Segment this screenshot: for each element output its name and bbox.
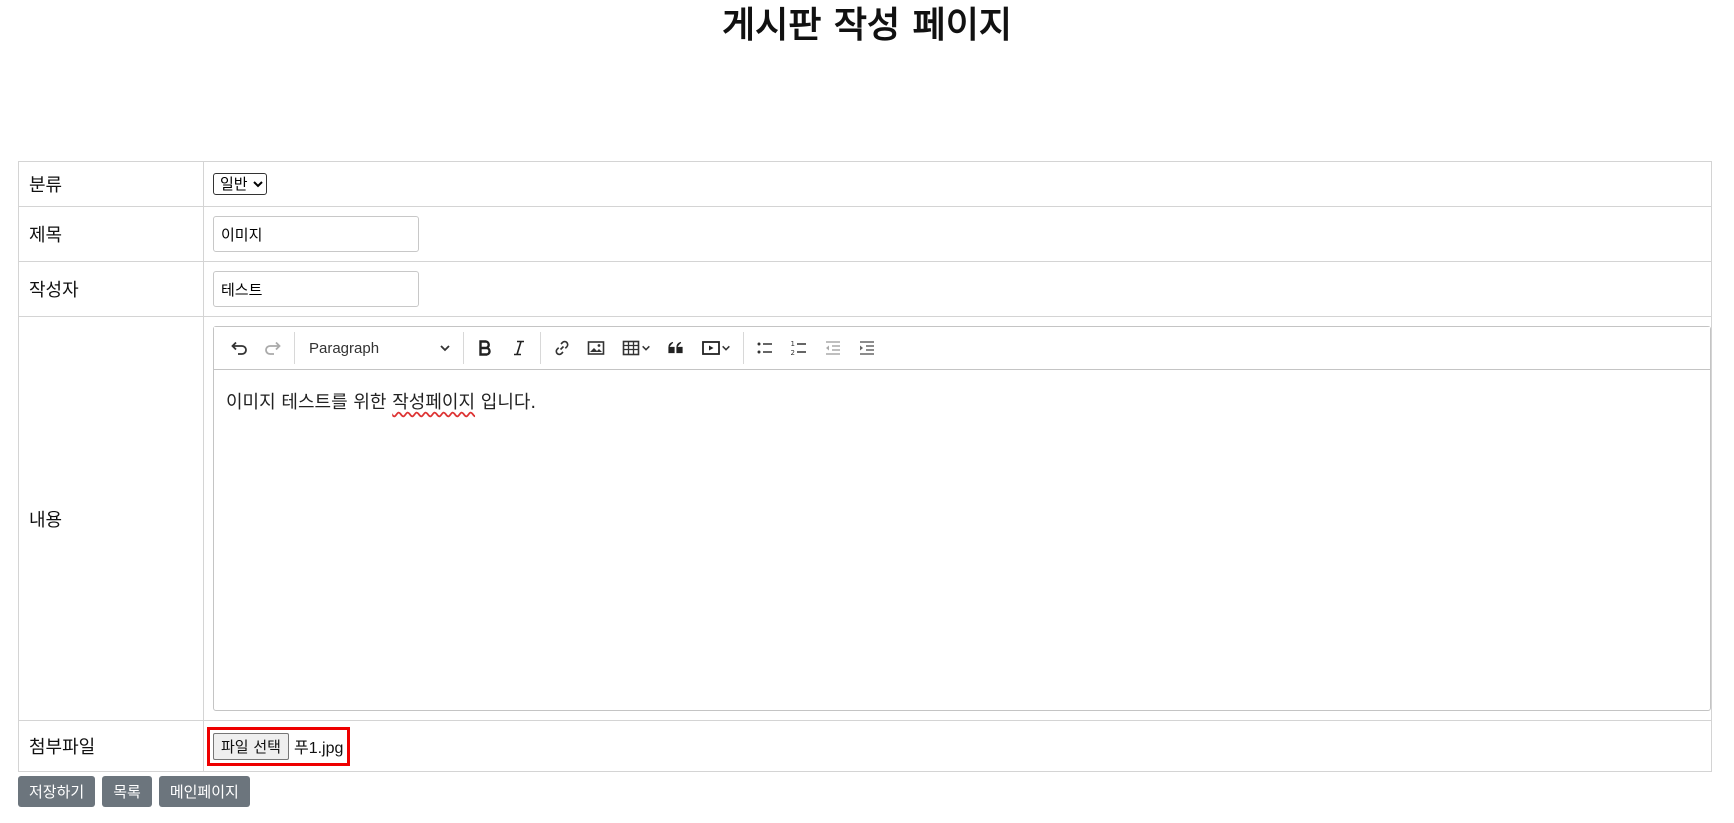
author-input[interactable] xyxy=(213,271,419,307)
heading-dropdown[interactable]: Paragraph xyxy=(299,332,459,364)
title-row: 제목 xyxy=(18,206,1712,262)
italic-icon[interactable] xyxy=(502,332,536,364)
attachment-cell: 파일 선택 푸1.jpg xyxy=(203,720,1712,772)
category-select[interactable]: 일반 xyxy=(213,173,267,195)
bulleted-list-icon[interactable] xyxy=(748,332,782,364)
choose-file-button[interactable]: 파일 선택 xyxy=(213,732,289,760)
image-icon[interactable] xyxy=(579,332,613,364)
write-form-table: 분류 일반 제목 작성자 내용 xyxy=(18,161,1712,772)
editor-toolbar: Paragraph 1 2 xyxy=(214,327,1710,370)
action-buttons: 저장하기 목록 메인페이지 xyxy=(18,776,250,807)
author-label: 작성자 xyxy=(18,261,204,317)
title-input[interactable] xyxy=(213,216,419,252)
content-text: 이미지 테스트를 위한 xyxy=(226,392,393,413)
redo-icon[interactable] xyxy=(256,332,290,364)
toolbar-separator xyxy=(463,332,464,364)
editor-content-area[interactable]: 이미지 테스트를 위한 작성페이지 입니다. xyxy=(214,370,1710,432)
outdent-icon[interactable] xyxy=(816,332,850,364)
undo-icon[interactable] xyxy=(222,332,256,364)
main-page-button[interactable]: 메인페이지 xyxy=(158,776,250,807)
category-cell: 일반 xyxy=(203,161,1712,207)
category-row: 분류 일반 xyxy=(18,161,1712,207)
chevron-down-icon xyxy=(722,345,730,351)
content-text-end: 입니다. xyxy=(475,392,537,413)
author-cell xyxy=(203,261,1712,317)
content-row: 내용 Paragraph 1 2 이미지 테스트를 위한 작성페이지 입니다. xyxy=(18,316,1712,721)
svg-text:2: 2 xyxy=(791,349,795,357)
chevron-down-icon xyxy=(642,345,650,351)
media-icon[interactable] xyxy=(693,332,739,364)
svg-text:1: 1 xyxy=(791,340,795,348)
attachment-label: 첨부파일 xyxy=(18,720,204,772)
indent-icon[interactable] xyxy=(850,332,884,364)
author-row: 작성자 xyxy=(18,261,1712,317)
toolbar-separator xyxy=(743,332,744,364)
table-icon[interactable] xyxy=(613,332,659,364)
rich-text-editor: Paragraph 1 2 이미지 테스트를 위한 작성페이지 입니다. xyxy=(213,326,1711,711)
attachment-row: 첨부파일 파일 선택 푸1.jpg xyxy=(18,720,1712,772)
blockquote-icon[interactable] xyxy=(659,332,693,364)
toolbar-separator xyxy=(540,332,541,364)
selected-file-name: 푸1.jpg xyxy=(293,740,344,757)
page-title: 게시판 작성 페이지 xyxy=(721,5,1013,46)
heading-dropdown-label: Paragraph xyxy=(309,339,380,357)
chevron-down-icon xyxy=(440,345,450,352)
bold-icon[interactable] xyxy=(468,332,502,364)
numbered-list-icon[interactable]: 12 xyxy=(782,332,816,364)
content-label: 내용 xyxy=(18,316,204,721)
link-icon[interactable] xyxy=(545,332,579,364)
content-cell: Paragraph 1 2 이미지 테스트를 위한 작성페이지 입니다. xyxy=(203,316,1712,721)
title-label: 제목 xyxy=(18,206,204,262)
list-button[interactable]: 목록 xyxy=(102,776,152,807)
title-cell xyxy=(203,206,1712,262)
toolbar-separator xyxy=(294,332,295,364)
save-button[interactable]: 저장하기 xyxy=(18,776,96,807)
file-input-highlight: 파일 선택 푸1.jpg xyxy=(207,726,351,766)
misspelled-word: 작성페이지 xyxy=(392,392,476,413)
category-label: 분류 xyxy=(18,161,204,207)
